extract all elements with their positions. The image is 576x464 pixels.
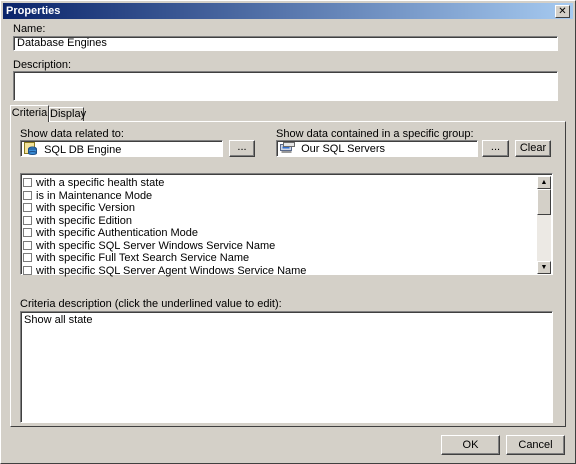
clear-button[interactable]: Clear: [515, 140, 551, 157]
group-browse-button[interactable]: ...: [482, 140, 509, 157]
checkbox[interactable]: [23, 215, 32, 225]
scroll-up-button[interactable]: ▲: [537, 176, 551, 189]
close-button[interactable]: ✕: [555, 5, 570, 18]
related-value: SQL DB Engine: [44, 144, 122, 156]
condition-label: is in Maintenance Mode: [36, 189, 153, 202]
condition-health-state[interactable]: with a specific health state: [23, 177, 164, 189]
description-field[interactable]: [13, 71, 558, 101]
checkbox[interactable]: [23, 178, 32, 187]
title-bar: Properties ✕: [3, 3, 573, 19]
condition-label: with specific Version: [36, 202, 136, 214]
related-label: Show data related to:: [20, 128, 124, 140]
condition-authentication-mode[interactable]: with specific Authentication Mode: [23, 227, 198, 239]
sql-db-engine-icon: [24, 142, 38, 156]
ok-button[interactable]: OK: [441, 435, 500, 455]
dialog-title: Properties: [6, 5, 61, 17]
scroll-down-button[interactable]: ▼: [537, 261, 551, 274]
condition-maintenance-mode[interactable]: is in Maintenance Mode: [23, 190, 152, 202]
related-field[interactable]: SQL DB Engine: [20, 140, 223, 157]
name-field[interactable]: Database Engines: [13, 36, 558, 51]
tab-criteria[interactable]: Criteria: [10, 105, 49, 122]
condition-full-text-service-name[interactable]: with specific Full Text Search Service N…: [23, 252, 249, 264]
checkbox[interactable]: [23, 228, 32, 237]
checkbox[interactable]: [23, 190, 32, 200]
condition-label: with specific Authentication Mode: [36, 227, 199, 239]
group-field[interactable]: Our SQL Servers: [276, 140, 478, 157]
checkbox[interactable]: [23, 253, 32, 262]
group-value: Our SQL Servers: [301, 143, 386, 155]
related-browse-button[interactable]: ...: [229, 140, 255, 157]
tab-criteria-label: Criteria: [11, 107, 48, 119]
close-icon: ✕: [558, 6, 567, 17]
checkbox[interactable]: [23, 203, 32, 212]
scroll-thumb[interactable]: [537, 189, 551, 215]
condition-label: with specific Edition: [36, 214, 132, 227]
tab-display[interactable]: Display: [49, 107, 87, 121]
condition-sql-service-name[interactable]: with specific SQL Server Windows Service…: [23, 240, 275, 252]
condition-label: with specific Full Text Search Service N…: [36, 252, 250, 264]
cancel-button[interactable]: Cancel: [506, 435, 565, 455]
properties-dialog: Properties ✕ Name: Database Engines Desc…: [0, 0, 576, 464]
condition-label: with specific SQL Server Agent Windows S…: [36, 264, 307, 277]
name-label: Name:: [13, 23, 46, 35]
condition-agent-service-name[interactable]: with specific SQL Server Agent Windows S…: [23, 265, 306, 277]
description-label: Description:: [13, 59, 72, 71]
condition-label: with a specific health state: [36, 177, 165, 189]
criteria-description-label: Criteria description (click the underlin…: [20, 298, 282, 310]
chevron-up-icon: ▲: [540, 179, 548, 186]
group-label: Show data contained in a specific group:: [276, 128, 474, 140]
condition-edition[interactable]: with specific Edition: [23, 215, 132, 227]
checkbox[interactable]: [23, 265, 32, 275]
condition-label: with specific SQL Server Windows Service…: [36, 239, 276, 252]
conditions-list: with a specific health state is in Maint…: [20, 173, 553, 277]
checkbox[interactable]: [23, 240, 32, 250]
condition-version[interactable]: with specific Version: [23, 202, 135, 214]
criteria-description-box[interactable]: Show all state: [20, 311, 553, 423]
computer-group-icon: [280, 142, 295, 156]
conditions-scrollbar[interactable]: ▲ ▼: [537, 176, 551, 274]
chevron-down-icon: ▼: [540, 264, 548, 271]
tab-display-label: Display: [50, 108, 87, 120]
